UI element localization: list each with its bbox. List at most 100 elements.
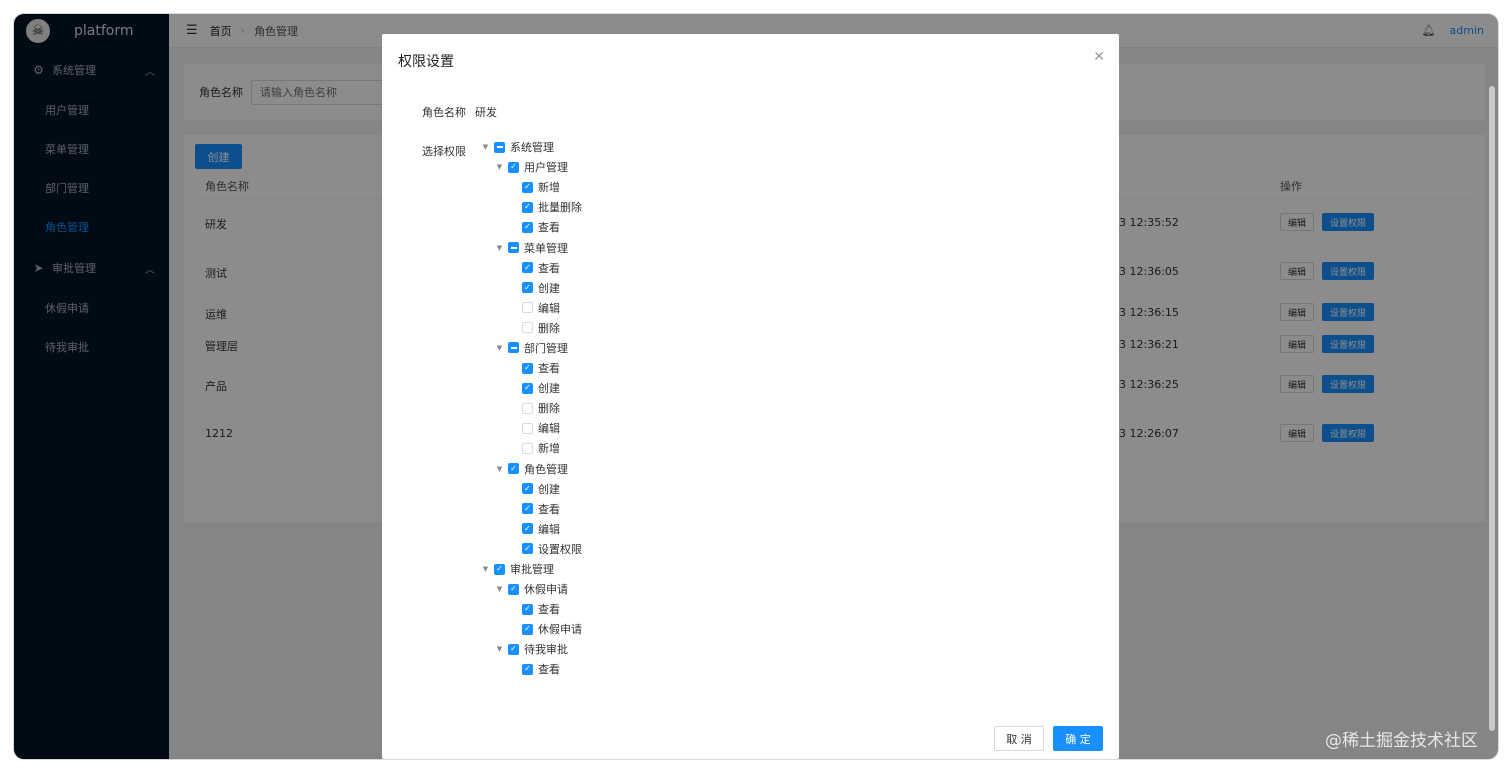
tree-checkbox[interactable]: ✓ <box>522 382 533 394</box>
role-name-value: 研发 <box>475 106 497 119</box>
tree-node[interactable]: ▼ ✓ 待我审批 <box>479 639 582 659</box>
tree-node[interactable]: ✓ 查看 <box>479 258 582 278</box>
tree-node[interactable]: ✓ 新增 <box>479 177 582 197</box>
tree-node[interactable]: ✓ 休假申请 <box>479 619 582 639</box>
tree-node-label[interactable]: 待我审批 <box>524 641 568 657</box>
tree-node-label[interactable]: 编辑 <box>538 521 560 537</box>
tree-node[interactable]: ▼ 部门管理 <box>479 338 582 358</box>
tree-node-label[interactable]: 批量删除 <box>538 199 582 215</box>
tree-node[interactable]: ✓ 设置权限 <box>479 539 582 559</box>
tree-checkbox[interactable]: ✓ <box>522 181 533 193</box>
tree-node-label[interactable]: 创建 <box>538 280 560 296</box>
permission-modal: 权限设置 ✕ 角色名称 研发 选择权限 ▼ 系统管理 ▼ ✓ 用户管理 ✓ 新增 ✓ 批量删除 ✓… <box>382 34 1119 759</box>
tree-node-label[interactable]: 查看 <box>538 661 560 677</box>
tree-checkbox[interactable]: ✓ <box>508 161 519 173</box>
tree-node-label[interactable]: 休假申请 <box>524 581 568 597</box>
tree-checkbox[interactable] <box>522 422 533 434</box>
tree-node[interactable]: ✓ 查看 <box>479 217 582 237</box>
tree-node[interactable]: 编辑 <box>479 298 582 318</box>
tree-checkbox[interactable]: ✓ <box>522 362 533 374</box>
caret-down-icon[interactable]: ▼ <box>493 585 506 593</box>
tree-node-label[interactable]: 创建 <box>538 481 560 497</box>
tree-checkbox[interactable]: ✓ <box>494 563 505 575</box>
tree-checkbox[interactable] <box>508 242 519 254</box>
cancel-button[interactable]: 取 消 <box>994 726 1044 751</box>
tree-node[interactable]: 删除 <box>479 318 582 338</box>
close-icon[interactable]: ✕ <box>1093 49 1105 65</box>
tree-node-label[interactable]: 设置权限 <box>538 541 582 557</box>
tree-node-label[interactable]: 系统管理 <box>510 139 554 155</box>
tree-node[interactable]: ▼ ✓ 角色管理 <box>479 459 582 479</box>
tree-node[interactable]: 删除 <box>479 398 582 418</box>
tree-node-label[interactable]: 查看 <box>538 360 560 376</box>
tree-node[interactable]: ✓ 创建 <box>479 479 582 499</box>
tree-node[interactable]: ▼ ✓ 用户管理 <box>479 157 582 177</box>
tree-checkbox[interactable]: ✓ <box>522 503 533 515</box>
caret-down-icon[interactable]: ▼ <box>479 143 492 151</box>
tree-checkbox[interactable]: ✓ <box>522 663 533 675</box>
tree-node[interactable]: ✓ 创建 <box>479 278 582 298</box>
caret-down-icon[interactable]: ▼ <box>493 244 506 252</box>
tree-checkbox[interactable] <box>522 302 533 314</box>
confirm-button[interactable]: 确 定 <box>1053 726 1103 751</box>
tree-node[interactable]: ▼ 菜单管理 <box>479 237 582 257</box>
tree-checkbox[interactable]: ✓ <box>522 483 533 495</box>
permission-label: 选择权限 <box>422 145 466 158</box>
tree-checkbox[interactable]: ✓ <box>522 201 533 213</box>
tree-node-label[interactable]: 新增 <box>538 440 560 456</box>
tree-node-label[interactable]: 休假申请 <box>538 621 582 637</box>
tree-checkbox[interactable]: ✓ <box>508 463 519 475</box>
caret-down-icon[interactable]: ▼ <box>493 645 506 653</box>
tree-checkbox[interactable]: ✓ <box>522 523 533 535</box>
tree-node-label[interactable]: 创建 <box>538 380 560 396</box>
tree-checkbox[interactable]: ✓ <box>508 583 519 595</box>
tree-node[interactable]: ✓ 批量删除 <box>479 197 582 217</box>
tree-node[interactable]: ✓ 查看 <box>479 358 582 378</box>
caret-down-icon[interactable]: ▼ <box>479 565 492 573</box>
tree-checkbox[interactable]: ✓ <box>522 543 533 555</box>
tree-node-label[interactable]: 编辑 <box>538 420 560 436</box>
tree-checkbox[interactable]: ✓ <box>508 643 519 655</box>
caret-down-icon[interactable]: ▼ <box>493 344 506 352</box>
watermark: @稀土掘金技术社区 <box>1325 731 1478 751</box>
tree-node-label[interactable]: 查看 <box>538 219 560 235</box>
tree-node[interactable]: ✓ 查看 <box>479 599 582 619</box>
tree-node-label[interactable]: 审批管理 <box>510 561 554 577</box>
tree-node-label[interactable]: 角色管理 <box>524 461 568 477</box>
tree-checkbox[interactable]: ✓ <box>522 603 533 615</box>
tree-node[interactable]: ✓ 创建 <box>479 378 582 398</box>
tree-checkbox[interactable]: ✓ <box>522 282 533 294</box>
tree-node-label[interactable]: 查看 <box>538 260 560 276</box>
tree-node-label[interactable]: 用户管理 <box>524 159 568 175</box>
tree-checkbox[interactable]: ✓ <box>522 221 533 233</box>
tree-checkbox[interactable]: ✓ <box>522 623 533 635</box>
tree-node[interactable]: ✓ 查看 <box>479 659 582 679</box>
tree-node-label[interactable]: 菜单管理 <box>524 240 568 256</box>
tree-node[interactable]: ✓ 编辑 <box>479 519 582 539</box>
app-window: ☠ platform ⚙ 系统管理 ︿ 用户管理 菜单管理 部门管理 角色管理 … <box>14 14 1498 759</box>
tree-node-label[interactable]: 查看 <box>538 501 560 517</box>
tree-checkbox[interactable] <box>508 342 519 354</box>
permission-tree: ▼ 系统管理 ▼ ✓ 用户管理 ✓ 新增 ✓ 批量删除 ✓ 查看 ▼ 菜单管理 ✓ 查看 ✓ 创建 编辑 删除 ▼ 部门… <box>479 137 582 680</box>
tree-node-label[interactable]: 查看 <box>538 601 560 617</box>
tree-node[interactable]: ▼ ✓ 休假申请 <box>479 579 582 599</box>
modal-title: 权限设置 <box>398 54 454 70</box>
tree-node[interactable]: ✓ 查看 <box>479 499 582 519</box>
tree-node[interactable]: 编辑 <box>479 418 582 438</box>
tree-checkbox[interactable] <box>522 402 533 414</box>
page-scrollbar[interactable] <box>1489 86 1495 731</box>
tree-node-label[interactable]: 部门管理 <box>524 340 568 356</box>
tree-checkbox[interactable]: ✓ <box>522 262 533 274</box>
caret-down-icon[interactable]: ▼ <box>493 465 506 473</box>
tree-checkbox[interactable] <box>522 322 533 334</box>
tree-node[interactable]: ▼ ✓ 审批管理 <box>479 559 582 579</box>
tree-node-label[interactable]: 删除 <box>538 320 560 336</box>
tree-checkbox[interactable] <box>494 141 505 153</box>
caret-down-icon[interactable]: ▼ <box>493 163 506 171</box>
tree-node[interactable]: ▼ 系统管理 <box>479 137 582 157</box>
tree-node-label[interactable]: 编辑 <box>538 300 560 316</box>
tree-checkbox[interactable] <box>522 442 533 454</box>
tree-node[interactable]: 新增 <box>479 438 582 458</box>
tree-node-label[interactable]: 删除 <box>538 400 560 416</box>
tree-node-label[interactable]: 新增 <box>538 179 560 195</box>
